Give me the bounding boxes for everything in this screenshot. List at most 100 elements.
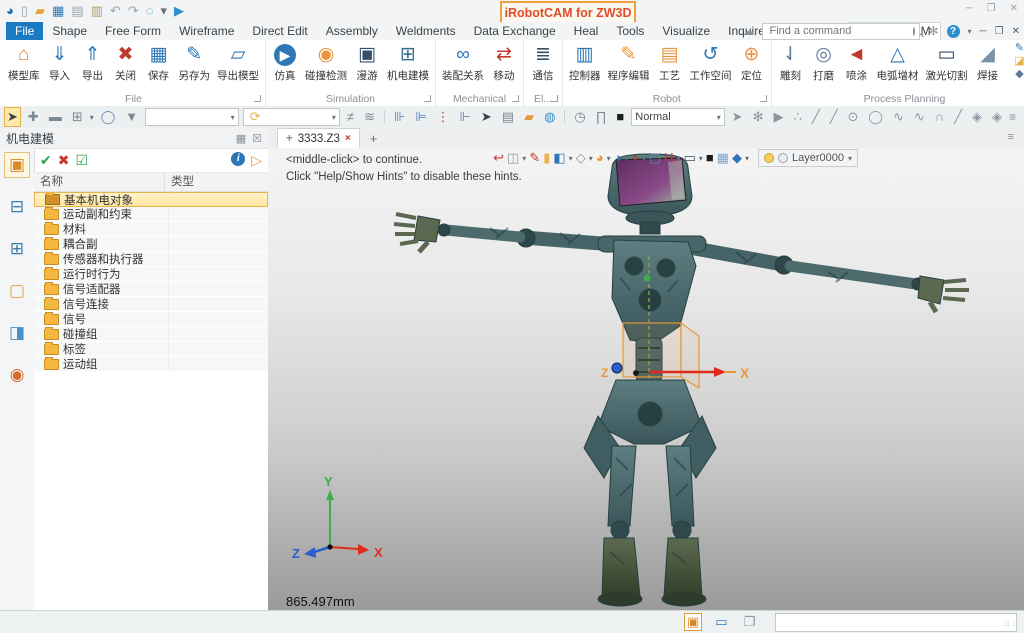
dialog-launcher-file[interactable]: [254, 95, 261, 102]
visual-manager-icon[interactable]: ▢: [4, 278, 30, 304]
report-doc-icon[interactable]: ▷: [251, 152, 262, 169]
ribbon-item-model-library[interactable]: ⌂模型库: [5, 42, 43, 84]
menu-tab-data-exchange[interactable]: Data Exchange: [465, 22, 565, 40]
circle-icon[interactable]: ◯: [865, 107, 886, 127]
tree-row-motion-groups[interactable]: 运动组: [34, 357, 268, 372]
shaded-box-icon[interactable]: ◧: [553, 150, 565, 166]
settings-gear-icon[interactable]: ✻: [928, 24, 938, 38]
menu-tab-weldments[interactable]: Weldments: [387, 22, 465, 40]
cancel-icon[interactable]: ✖: [58, 152, 70, 169]
ribbon-item-export-model[interactable]: ▱导出模型: [214, 42, 262, 84]
window-restore-icon[interactable]: ❐: [987, 3, 996, 14]
dialog-launcher-mechanical[interactable]: [512, 95, 519, 102]
insert-axis-icon[interactable]: ⊫: [412, 107, 429, 127]
shade-mode-icon[interactable]: ◫: [507, 150, 519, 166]
insert-point-icon[interactable]: ⋮: [434, 107, 453, 127]
ribbon-item-weld[interactable]: ◢焊接: [972, 42, 1004, 84]
menu-tab-file[interactable]: File: [6, 22, 43, 40]
shade-mode-icon-caret[interactable]: ▾: [522, 154, 526, 163]
insert-datum-icon[interactable]: ⊪: [391, 107, 408, 127]
doc-restore-icon[interactable]: ❐: [995, 26, 1004, 37]
selection-ring-icon[interactable]: ◌: [146, 4, 154, 18]
apply-check-icon[interactable]: ☑: [75, 152, 88, 169]
robot-mode-icon[interactable]: ▣: [684, 613, 702, 631]
points-icon[interactable]: ∴: [791, 107, 805, 127]
menu-tab-tools[interactable]: Tools: [607, 22, 653, 40]
info-icon[interactable]: i: [231, 152, 245, 166]
menu-tab-free-form[interactable]: Free Form: [96, 22, 170, 40]
edit-pencil-icon[interactable]: ✎: [529, 150, 540, 166]
viewport-3d[interactable]: X Z Y X Z <middle-click>: [268, 148, 1024, 610]
wireframe-cube-icon[interactable]: ◇: [576, 150, 586, 166]
play-icon[interactable]: ▶: [174, 4, 184, 18]
dialog-launcher-electrical[interactable]: [551, 95, 558, 102]
history-manager-icon[interactable]: ⊞: [4, 236, 30, 262]
hatch-icon-caret[interactable]: ▾: [676, 154, 680, 163]
panel-dock-icon[interactable]: ▦: [236, 132, 246, 145]
window-close-icon[interactable]: ✕: [1010, 3, 1018, 14]
render-mode-combo-caret[interactable]: ▾: [717, 113, 721, 122]
background-swatch-icon[interactable]: ■: [706, 150, 714, 166]
new-tab-button[interactable]: +: [370, 130, 378, 148]
tab-close-icon[interactable]: ×: [345, 133, 351, 144]
ribbon-item-close[interactable]: ✖关闭: [110, 42, 142, 84]
locate-target-icon-caret[interactable]: ▾: [642, 154, 646, 163]
pick-circle-icon[interactable]: ◯: [98, 107, 119, 127]
face-icon[interactable]: ◈: [969, 107, 985, 127]
ribbon-item-collision-detection[interactable]: ◉碰撞检测: [302, 42, 350, 84]
ribbon-item-polish[interactable]: ◎打磨: [808, 42, 840, 84]
shaded-box-icon-caret[interactable]: ▾: [569, 154, 573, 163]
polyline-icon[interactable]: ╱: [827, 107, 841, 127]
tree-row-collision-groups[interactable]: 碰撞组: [34, 327, 268, 342]
curve-icon[interactable]: ∿: [911, 107, 928, 127]
filter-combo-caret[interactable]: ▾: [231, 113, 235, 122]
column-name[interactable]: 名称: [34, 173, 165, 191]
sketch-tool-icon[interactable]: ✎: [1015, 42, 1024, 55]
segment-icon[interactable]: ╱: [951, 107, 965, 127]
render-manager-icon[interactable]: ◨: [4, 320, 30, 346]
window-status-icon[interactable]: ❐: [741, 613, 759, 631]
ribbon-item-laser-cut[interactable]: ▭激光切割: [923, 42, 971, 84]
ribbon-item-import[interactable]: ⇓导入: [44, 42, 76, 84]
toolbar-overflow-icon[interactable]: ≡: [1009, 110, 1020, 124]
pick-tool-icon[interactable]: ➤: [729, 107, 746, 127]
ribbon-item-save-as[interactable]: ✎另存为: [176, 42, 214, 84]
section-view-icon-caret[interactable]: ▾: [624, 154, 628, 163]
undo-icon[interactable]: ↶: [110, 4, 121, 18]
robot-model[interactable]: X Z Y X Z: [268, 148, 1024, 610]
window-view-icon[interactable]: ▢: [649, 150, 661, 166]
open-file-icon[interactable]: ▰: [35, 4, 45, 18]
menu-tab-wireframe[interactable]: Wireframe: [170, 22, 243, 40]
ribbon-item-assembly-relation[interactable]: ∞装配关系: [439, 42, 487, 84]
snap-icon[interactable]: ≋: [361, 107, 378, 127]
tree-row-signal-connections[interactable]: 信号连接: [34, 297, 268, 312]
ribbon-item-arc-additive[interactable]: △电弧增材: [874, 42, 922, 84]
tree-row-sensors-and-actuators[interactable]: 传感器和执行器: [34, 252, 268, 267]
grid-icon[interactable]: ▦: [717, 150, 729, 166]
circle-center-icon[interactable]: ⊙: [845, 107, 862, 127]
monitor-view-icon[interactable]: ▭: [684, 150, 696, 166]
ribbon-item-process[interactable]: ▤工艺: [654, 42, 686, 84]
spline-icon[interactable]: ∿: [890, 107, 907, 127]
help-icon[interactable]: ?: [947, 25, 960, 38]
line-icon[interactable]: ╱: [809, 107, 823, 127]
dialog-launcher-robot[interactable]: [760, 95, 767, 102]
history-combo-caret[interactable]: ▾: [332, 113, 336, 122]
window-minimize-icon[interactable]: ─: [966, 3, 973, 14]
appearance-sphere-icon[interactable]: ◕: [596, 150, 604, 166]
doc-minimize-icon[interactable]: ─: [980, 26, 987, 37]
ribbon-item-spray[interactable]: ◄喷涂: [841, 42, 873, 84]
doc-close-icon[interactable]: ✕: [1012, 26, 1020, 37]
bracket-icon[interactable]: ∏: [593, 107, 610, 127]
monitor-status-icon[interactable]: ▭: [712, 613, 730, 631]
plane-display-icon-caret[interactable]: ▾: [745, 154, 749, 163]
tree-row-materials[interactable]: 材料: [34, 222, 268, 237]
print-icon[interactable]: ▤: [71, 4, 83, 18]
redo-icon[interactable]: ↷: [128, 4, 139, 18]
ribbon-item-mechatronics-modeling[interactable]: ⊞机电建模: [384, 42, 432, 84]
dialog-launcher-simulation[interactable]: [424, 95, 431, 102]
ribbon-item-program-edit[interactable]: ✎程序编辑: [605, 42, 653, 84]
play-tool-icon[interactable]: ▶: [771, 107, 787, 127]
filter-icon[interactable]: ▼: [122, 107, 141, 127]
section-view-icon[interactable]: ◑: [614, 150, 622, 166]
